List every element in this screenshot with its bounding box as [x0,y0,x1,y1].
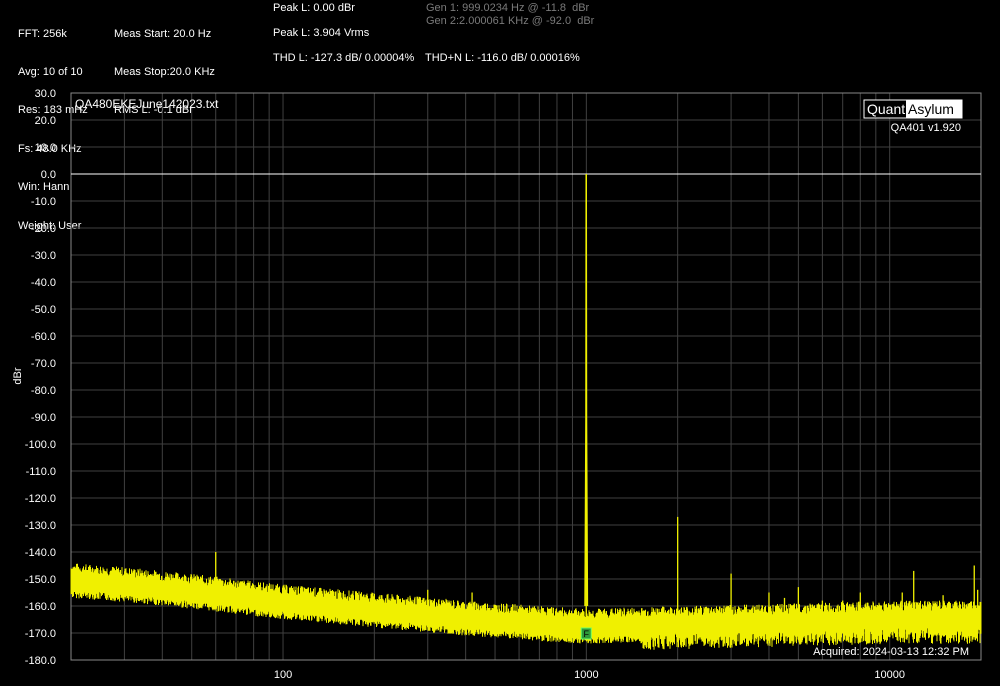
file-name: QA480EKEJune142023.txt [75,97,219,111]
y-tick-label: -130.0 [25,520,56,532]
y-tick-label: -80.0 [31,385,56,397]
x-tick-label: 1000 [574,669,598,681]
logo-text-quant: Quant [867,101,905,117]
y-tick-label: -10.0 [31,196,56,208]
y-tick-label: -140.0 [25,547,56,559]
y-axis-ticks: 30.0 20.0 10.0 0.0 -10.0 -20.0 -30.0 -40.0 -50.0… [25,88,56,667]
y-tick-label: -160.0 [25,601,56,613]
noise-floor-trace [70,563,982,650]
spectrum-chart[interactable]: 30.0 20.0 10.0 0.0 -10.0 -20.0 -30.0 -40.0 -50.0… [0,0,1000,686]
y-tick-label: -170.0 [25,628,56,640]
acquired-timestamp: Acquired: 2024-03-13 12:32 PM [813,646,969,658]
y-tick-label: -70.0 [31,358,56,370]
chart-grid [70,92,982,661]
y-tick-label: -30.0 [31,250,56,262]
y-tick-label: 20.0 [35,115,56,127]
y-tick-label: -100.0 [25,439,56,451]
y-tick-label: -20.0 [31,223,56,235]
x-tick-label: 100 [274,669,292,681]
y-tick-label: -60.0 [31,331,56,343]
version-label: QA401 v1.920 [891,122,961,134]
y-tick-label: -180.0 [25,655,56,667]
plot-frame [70,92,982,661]
x-tick-label: 10000 [874,669,905,681]
y-tick-label: 30.0 [35,88,56,100]
y-axis-label: dBr [12,367,24,384]
fundamental-marker[interactable]: F [580,627,592,640]
y-tick-label: 10.0 [35,142,56,154]
logo-text-asylum: Asylum [908,101,954,117]
y-tick-label: -120.0 [25,493,56,505]
y-tick-label: -90.0 [31,412,56,424]
y-tick-label: -150.0 [25,574,56,586]
x-axis-ticks: 100 1000 10000 [274,669,905,681]
quantasylum-logo: Quant Asylum [863,99,963,119]
marker-label: F [583,629,589,639]
y-tick-label: -50.0 [31,304,56,316]
y-tick-label: -110.0 [26,466,56,478]
spectrum-trace [70,173,982,650]
y-tick-label: -40.0 [31,277,56,289]
y-tick-label: 0.0 [41,169,56,181]
